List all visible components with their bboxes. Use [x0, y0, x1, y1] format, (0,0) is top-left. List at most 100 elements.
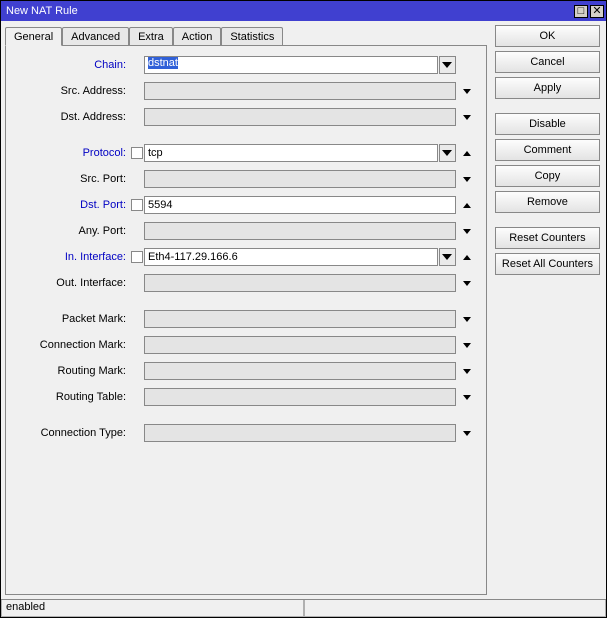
- src-address-input[interactable]: [144, 82, 456, 100]
- tab-statistics[interactable]: Statistics: [221, 27, 283, 45]
- protocol-dropdown-button[interactable]: [439, 144, 456, 162]
- comment-button[interactable]: Comment: [495, 139, 600, 161]
- routing-table-checkbox-slot: [130, 390, 144, 404]
- row-connection-mark: Connection Mark:: [10, 336, 476, 354]
- out-interface-expand-button[interactable]: [459, 274, 476, 292]
- dst-address-input[interactable]: [144, 108, 456, 126]
- row-routing-mark: Routing Mark:: [10, 362, 476, 380]
- dst-port-invert-checkbox[interactable]: [131, 199, 143, 211]
- maximize-button[interactable]: □: [574, 5, 588, 18]
- chevron-down-icon: [442, 150, 452, 156]
- label-dst-port: Dst. Port:: [10, 199, 130, 211]
- any-port-input[interactable]: [144, 222, 456, 240]
- chevron-down-icon: [442, 62, 452, 68]
- src-address-input-wrap: [144, 82, 456, 100]
- label-protocol: Protocol:: [10, 147, 130, 159]
- routing-mark-expand-button[interactable]: [459, 362, 476, 380]
- tab-action[interactable]: Action: [173, 27, 222, 45]
- row-packet-mark: Packet Mark:: [10, 310, 476, 328]
- connection-type-checkbox-slot: [130, 426, 144, 440]
- in-interface-dropdown-button[interactable]: [439, 248, 456, 266]
- row-routing-table: Routing Table:: [10, 388, 476, 406]
- connection-mark-input-wrap: [144, 336, 456, 354]
- chain-value: dstnat: [148, 57, 178, 69]
- label-out-interface: Out. Interface:: [10, 277, 130, 289]
- label-connection-type: Connection Type:: [10, 427, 130, 439]
- dst-port-input-wrap: [144, 196, 456, 214]
- tab-content-general: Chain: dstnat Src. Address:: [5, 45, 487, 595]
- protocol-collapse-button[interactable]: [459, 144, 476, 162]
- copy-button[interactable]: Copy: [495, 165, 600, 187]
- label-in-interface: In. Interface:: [10, 251, 130, 263]
- connection-mark-input[interactable]: [144, 336, 456, 354]
- protocol-input-wrap: [144, 144, 456, 162]
- packet-mark-checkbox-slot: [130, 312, 144, 326]
- src-port-expand-button[interactable]: [459, 170, 476, 188]
- packet-mark-input[interactable]: [144, 310, 456, 328]
- action-button-column: OK Cancel Apply Disable Comment Copy Rem…: [495, 25, 600, 595]
- triangle-down-icon: [463, 177, 471, 182]
- routing-mark-input[interactable]: [144, 362, 456, 380]
- routing-table-input-wrap: [144, 388, 456, 406]
- remove-button[interactable]: Remove: [495, 191, 600, 213]
- tab-extra[interactable]: Extra: [129, 27, 173, 45]
- main-row: General Advanced Extra Action Statistics…: [1, 21, 606, 599]
- apply-button[interactable]: Apply: [495, 77, 600, 99]
- row-dst-address: Dst. Address:: [10, 108, 476, 126]
- src-port-input[interactable]: [144, 170, 456, 188]
- dst-port-input[interactable]: [144, 196, 456, 214]
- row-chain: Chain: dstnat: [10, 56, 476, 74]
- triangle-down-icon: [463, 281, 471, 286]
- reset-all-counters-button[interactable]: Reset All Counters: [495, 253, 600, 275]
- disable-button[interactable]: Disable: [495, 113, 600, 135]
- row-connection-type: Connection Type:: [10, 424, 476, 442]
- cancel-button[interactable]: Cancel: [495, 51, 600, 73]
- ok-button[interactable]: OK: [495, 25, 600, 47]
- src-port-input-wrap: [144, 170, 456, 188]
- packet-mark-expand-button[interactable]: [459, 310, 476, 328]
- label-connection-mark: Connection Mark:: [10, 339, 130, 351]
- triangle-down-icon: [463, 343, 471, 348]
- reset-counters-button[interactable]: Reset Counters: [495, 227, 600, 249]
- in-interface-invert-checkbox[interactable]: [131, 251, 143, 263]
- tab-general[interactable]: General: [5, 27, 62, 46]
- in-interface-input-wrap: [144, 248, 456, 266]
- row-in-interface: In. Interface:: [10, 248, 476, 266]
- label-routing-table: Routing Table:: [10, 391, 130, 403]
- chain-input-wrap: dstnat: [144, 56, 456, 74]
- label-chain: Chain:: [10, 59, 130, 71]
- triangle-down-icon: [463, 431, 471, 436]
- in-interface-input[interactable]: [144, 248, 438, 266]
- chain-input[interactable]: dstnat: [144, 56, 438, 74]
- src-address-expand-button[interactable]: [459, 82, 476, 100]
- chain-dropdown-button[interactable]: [439, 56, 456, 74]
- tab-advanced[interactable]: Advanced: [62, 27, 129, 45]
- tab-bar: General Advanced Extra Action Statistics: [5, 25, 487, 45]
- row-any-port: Any. Port:: [10, 222, 476, 240]
- routing-table-input[interactable]: [144, 388, 456, 406]
- in-interface-collapse-button[interactable]: [459, 248, 476, 266]
- protocol-invert-checkbox[interactable]: [131, 147, 143, 159]
- out-interface-input[interactable]: [144, 274, 456, 292]
- connection-type-expand-button[interactable]: [459, 424, 476, 442]
- row-out-interface: Out. Interface:: [10, 274, 476, 292]
- dst-address-expand-button[interactable]: [459, 108, 476, 126]
- triangle-up-icon: [463, 151, 471, 156]
- out-interface-input-wrap: [144, 274, 456, 292]
- connection-type-input[interactable]: [144, 424, 456, 442]
- routing-mark-input-wrap: [144, 362, 456, 380]
- label-src-port: Src. Port:: [10, 173, 130, 185]
- dst-port-checkbox-slot: [130, 198, 144, 212]
- dst-address-checkbox-slot: [130, 110, 144, 124]
- close-button[interactable]: ✕: [590, 5, 604, 18]
- src-port-checkbox-slot: [130, 172, 144, 186]
- routing-table-expand-button[interactable]: [459, 388, 476, 406]
- row-dst-port: Dst. Port:: [10, 196, 476, 214]
- protocol-input[interactable]: [144, 144, 438, 162]
- titlebar: New NAT Rule □ ✕: [1, 1, 606, 21]
- connection-mark-expand-button[interactable]: [459, 336, 476, 354]
- any-port-expand-button[interactable]: [459, 222, 476, 240]
- dst-port-collapse-button[interactable]: [459, 196, 476, 214]
- triangle-down-icon: [463, 229, 471, 234]
- form-area: General Advanced Extra Action Statistics…: [5, 25, 487, 595]
